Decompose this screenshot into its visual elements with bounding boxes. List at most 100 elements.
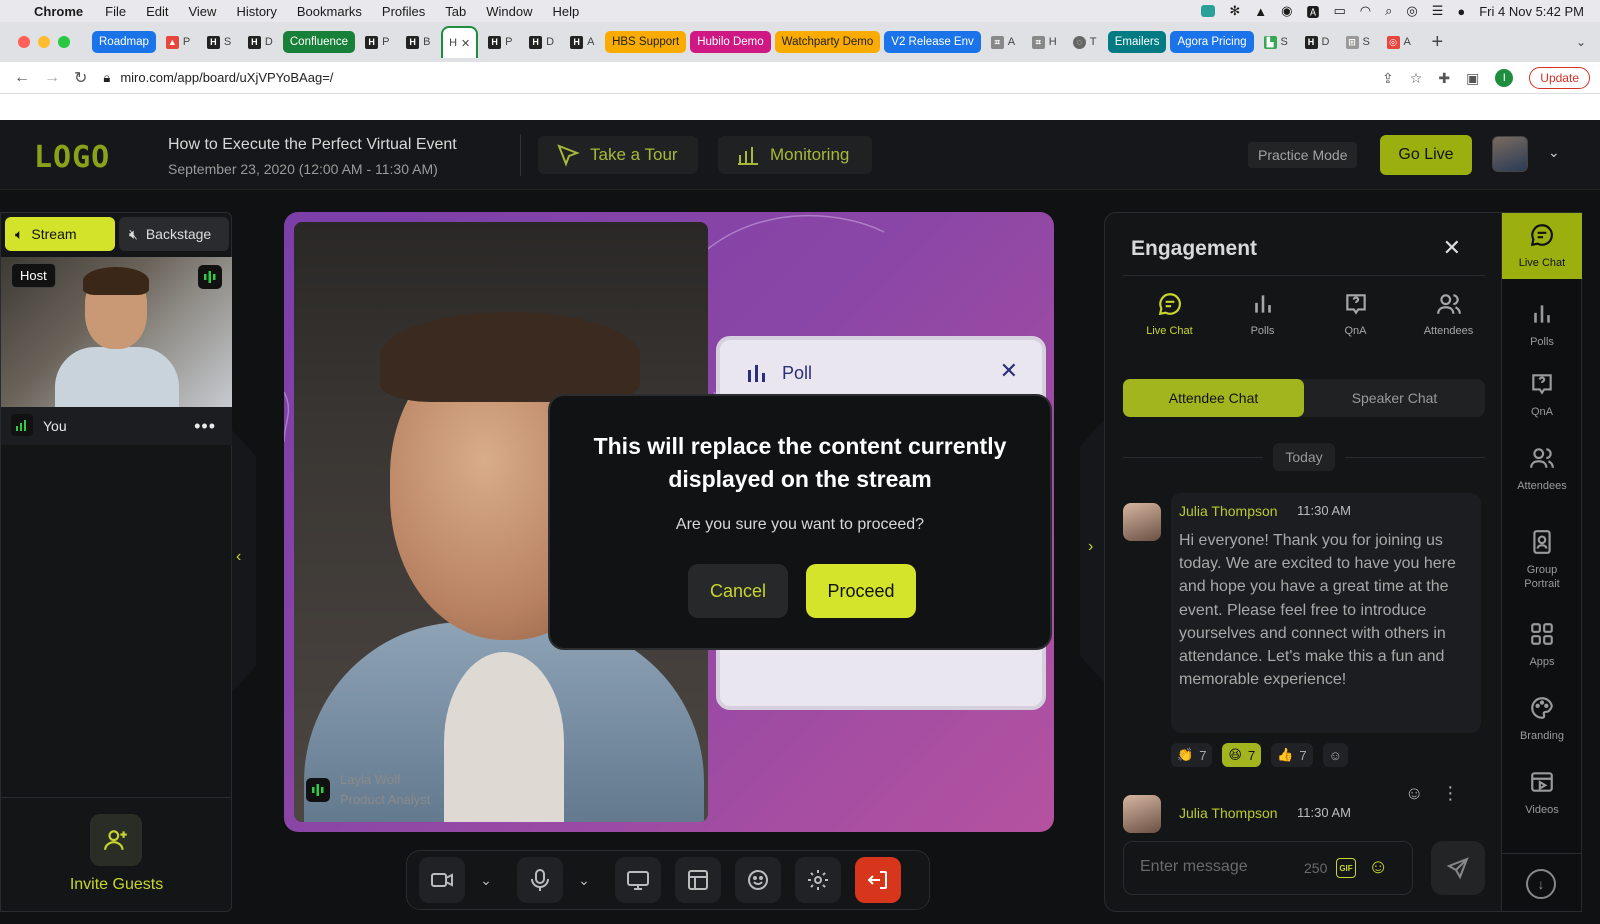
send-button[interactable] [1431,841,1485,895]
tab[interactable]: ◌ T [1067,31,1104,53]
monitoring-button[interactable]: Monitoring [718,136,872,174]
reaction-clap[interactable]: 👏 7 [1171,743,1213,767]
more-vertical-icon[interactable]: ⋮ [1441,783,1459,804]
add-reaction-button[interactable]: ☺ [1322,743,1348,767]
app-name[interactable]: Chrome [34,4,83,19]
self-participant-row[interactable]: You ••• [1,407,232,445]
rail-qna[interactable]: QnA [1502,371,1582,419]
menu-file[interactable]: File [105,4,126,19]
smiley-icon[interactable]: ☺ [1405,783,1423,804]
avatar[interactable] [1492,136,1528,172]
tab[interactable]: HD [1299,31,1336,53]
message-author[interactable]: Julia Thompson [1179,503,1278,519]
close-tab-icon[interactable]: ✕ [461,37,470,50]
zoom-window-button[interactable] [58,36,70,48]
status-icon[interactable] [1201,5,1216,17]
tab[interactable]: HP [482,31,519,53]
menu-edit[interactable]: Edit [146,4,168,19]
rail-videos[interactable]: Videos [1502,769,1582,817]
gif-icon[interactable]: GIF [1336,858,1356,878]
tab-group-hubilo-demo[interactable]: Hubilo Demo [690,31,771,53]
new-tab-icon[interactable]: + [1432,31,1444,54]
adobe-icon[interactable]: ▲ [1254,4,1267,19]
tab-group-hbs-support[interactable]: HBS Support [605,31,687,53]
settings-button[interactable] [795,857,841,903]
message-author[interactable]: Julia Thompson [1179,805,1278,821]
menu-window[interactable]: Window [486,4,532,19]
camera-button[interactable] [419,857,465,903]
take-tour-button[interactable]: Take a Tour [538,136,698,174]
screen-share-button[interactable] [615,857,661,903]
wifi-icon[interactable]: ◠ [1360,3,1371,19]
sidepanel-icon[interactable]: ▣ [1466,70,1479,87]
reload-icon[interactable]: ↻ [74,68,87,88]
arrow-down-icon[interactable]: ↓ [1526,869,1556,899]
menu-view[interactable]: View [188,4,216,19]
tab[interactable]: ⌗ H [1026,31,1063,53]
menu-profiles[interactable]: Profiles [382,4,425,19]
gear-icon[interactable]: ✻ [1229,3,1240,19]
tab[interactable]: HD [523,31,560,53]
tab-group-v2-release-env[interactable]: V2 Release Env [884,31,981,53]
invite-guests-button[interactable]: Invite Guests [1,876,232,894]
stream-tab[interactable]: 🔈︎ Stream [5,217,115,251]
tab[interactable]: HB [400,31,437,53]
chevron-down-icon[interactable]: ⌄ [1576,35,1586,49]
text-icon[interactable]: 🅰 [1306,2,1319,21]
update-button[interactable]: Update [1529,67,1590,89]
microphone-button[interactable] [517,857,563,903]
cancel-button[interactable]: Cancel [688,564,788,618]
cloud-icon[interactable]: ◉ [1281,3,1292,19]
tab[interactable]: HP [359,31,396,53]
tab[interactable]: ◎ A [1381,31,1418,53]
close-window-button[interactable] [18,36,30,48]
extensions-icon[interactable]: ✚ [1438,70,1450,87]
tab[interactable]: ⌗ A [985,31,1022,53]
menu-tab[interactable]: Tab [445,4,466,19]
go-live-button[interactable]: Go Live [1380,135,1472,175]
rail-group-portrait[interactable]: Group Portrait [1502,529,1582,591]
reaction-laugh[interactable]: 😆 7 [1222,743,1262,767]
tab-polls[interactable]: Polls [1216,291,1309,337]
layout-button[interactable] [675,857,721,903]
tab[interactable]: ▲ P [160,31,197,53]
control-center-icon[interactable]: ☰ [1432,3,1444,19]
rail-branding[interactable]: Branding [1502,695,1582,743]
back-arrow-icon[interactable]: ← [14,69,30,87]
share-icon[interactable]: ⇪ [1382,70,1394,87]
tab-group-roadmap[interactable]: Roadmap [92,31,156,53]
search-icon[interactable]: ⌕ [1385,3,1392,19]
emoji-picker-icon[interactable]: ☺ [1368,856,1388,879]
omnibox[interactable]: 🔒︎ miro.com/app/board/uXjVPYoBAag=/ [103,70,333,86]
tab-group-emailers[interactable]: Emailers [1107,31,1167,53]
attendee-chat-tab[interactable]: Attendee Chat [1123,379,1304,417]
avatar[interactable] [1123,795,1161,833]
bookmark-star-icon[interactable]: ☆ [1410,70,1423,87]
close-icon[interactable]: ✕ [1000,358,1018,384]
more-options-icon[interactable]: ••• [194,416,216,437]
menu-history[interactable]: History [236,4,276,19]
rail-live-chat[interactable]: Live Chat [1502,213,1582,279]
minimize-window-button[interactable] [38,36,50,48]
microphone-options-chevron-icon[interactable]: ⌄ [569,857,599,903]
tab[interactable]: ▙ S [1258,31,1295,53]
tab[interactable]: HD [242,31,279,53]
forward-arrow-icon[interactable]: → [44,69,60,87]
camera-options-chevron-icon[interactable]: ⌄ [471,857,501,903]
rail-attendees[interactable]: Attendees [1502,445,1582,493]
leave-button[interactable] [855,857,901,903]
active-tab[interactable]: H ✕ [441,26,479,58]
clock[interactable]: Fri 4 Nov 5:42 PM [1479,4,1584,19]
user-icon[interactable]: ◎ [1406,3,1417,19]
siri-icon[interactable]: ● [1457,4,1465,19]
collapse-engagement-handle[interactable]: › [1080,420,1104,682]
tab-group-confluence[interactable]: Confluence [282,31,356,53]
speaker-chat-tab[interactable]: Speaker Chat [1304,379,1485,417]
chevron-down-icon[interactable]: ⌄ [1548,144,1560,161]
tab[interactable]: HA [564,31,601,53]
close-icon[interactable]: ✕ [1443,235,1461,261]
tab-attendees[interactable]: Attendees [1402,291,1495,337]
practice-mode-toggle[interactable]: Practice Mode [1248,142,1358,168]
reactions-button[interactable] [735,857,781,903]
tab-qna[interactable]: QnA [1309,291,1402,337]
